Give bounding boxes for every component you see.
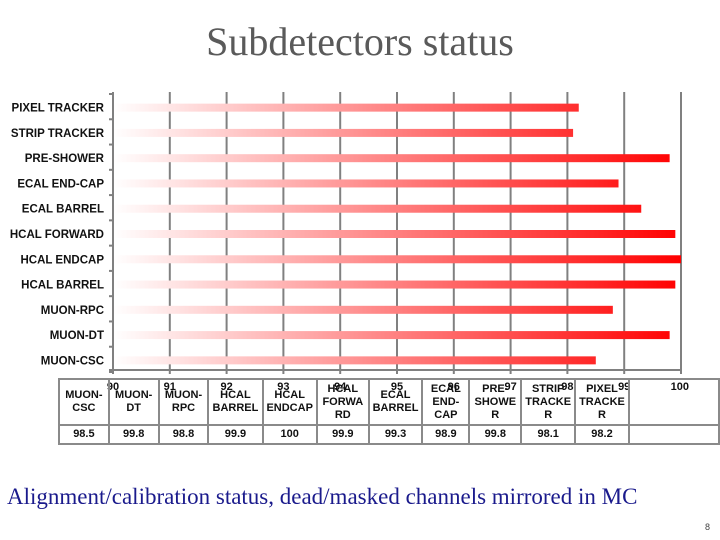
table-header-cell (627, 378, 720, 426)
table-value-cell: 98.9 (421, 424, 471, 445)
category-label: HCAL ENDCAP (21, 254, 105, 266)
category-label: MUON-DT (50, 330, 104, 342)
bar-hcal-endcap (113, 255, 681, 264)
table-value-cell: 98.2 (574, 424, 630, 445)
bar-pre-shower (113, 154, 670, 163)
category-label: PRE-SHOWER (25, 153, 105, 165)
bar-strip-tracker (113, 128, 574, 137)
category-label: MUON-RPC (41, 305, 104, 317)
table-header-cell: HCAL BARREL (207, 378, 264, 426)
bar-pixel-tracker (113, 103, 579, 112)
table-header-cell: PIXEL TRACKE R (574, 378, 630, 426)
table-header-cell: ECAL END- CAP (421, 378, 471, 426)
category-labels: PIXEL TRACKER STRIP TRACKER PRE-SHOWER ECAL… (10, 103, 105, 368)
bar-chart: PIXEL TRACKER STRIP TRACKER PRE-SHOWER ECAL… (10, 92, 689, 393)
table-value-cell: 99.9 (315, 424, 370, 445)
table-value-cell: 99.3 (367, 424, 424, 445)
bar-muon-dt (113, 331, 670, 340)
table-value-cell: 99.8 (107, 424, 160, 445)
table-header-cell: HCAL ENDCAP (261, 378, 318, 426)
data-table: MUON- CSC MUON- DT MUON- RPC HCAL BARREL HCAL END… (58, 378, 720, 445)
bar-muon-rpc (113, 305, 613, 314)
table-value-cell: 100 (261, 424, 318, 445)
table-value-cell (627, 424, 720, 445)
category-label: MUON-CSC (41, 355, 104, 367)
bar-ecal-end-cap (113, 179, 619, 188)
table-header-cell: MUON- RPC (157, 378, 210, 426)
table-header-cell: ECAL BARREL (367, 378, 424, 426)
category-label: ECAL END-CAP (17, 178, 104, 190)
table-header-cell: STRIP TRACKE R (520, 378, 577, 426)
category-label: STRIP TRACKER (11, 128, 105, 140)
table-value-cell: 99.9 (207, 424, 264, 445)
category-label: ECAL BARREL (22, 204, 104, 216)
table-header-cell: MUON- DT (107, 378, 160, 426)
table-header-cell: HCAL FORWA RD (315, 378, 370, 426)
footer-note: Alignment/calibration status, dead/maske… (7, 484, 638, 509)
category-label: HCAL FORWARD (10, 229, 104, 241)
table-header-cell: MUON- CSC (58, 378, 110, 426)
category-label: HCAL BARREL (21, 280, 104, 292)
table-value-cell: 98.8 (157, 424, 210, 445)
table-value-cell: 99.8 (468, 424, 523, 445)
bar-hcal-forward (113, 230, 676, 238)
bar-muon-csc (113, 356, 596, 365)
table-header-cell: PRE- SHOWE R (468, 378, 523, 426)
bar-hcal-barrel (113, 280, 676, 289)
bar-ecal-barrel (113, 204, 642, 213)
page-number: 8 (704, 522, 710, 532)
table-value-row: 98.5 99.8 98.8 99.9 100 99.9 99.3 98.9 99.8 98.1 9… (58, 424, 720, 445)
table-value-cell: 98.1 (520, 424, 577, 445)
table-value-cell: 98.5 (58, 424, 110, 445)
category-label: PIXEL TRACKER (12, 103, 105, 115)
table-header-row: MUON- CSC MUON- DT MUON- RPC HCAL BARREL HCAL END… (58, 378, 720, 426)
